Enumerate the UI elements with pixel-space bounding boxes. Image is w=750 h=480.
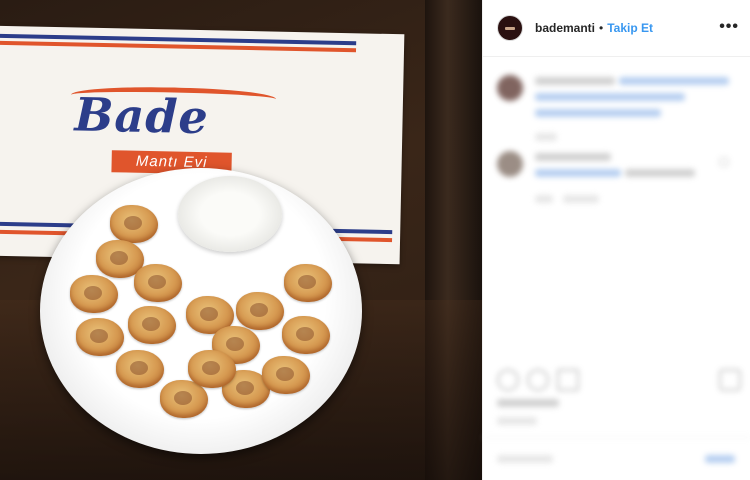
dumpling [116, 350, 164, 388]
profile-avatar-icon[interactable] [497, 15, 523, 41]
post-side-panel: bademanti • Takip Et ••• [482, 0, 750, 480]
blurred-text [535, 133, 557, 141]
dumpling [70, 275, 118, 313]
blurred-text [563, 195, 599, 203]
share-icon[interactable] [557, 369, 579, 391]
divider [483, 437, 750, 438]
blurred-text [497, 399, 559, 407]
comment-like-icon [719, 157, 729, 167]
separator-dot: • [599, 21, 604, 35]
username-link[interactable]: bademanti [535, 21, 595, 35]
blurred-text [535, 195, 553, 203]
comment-avatar [497, 75, 523, 101]
dumpling [134, 264, 182, 302]
yogurt-bowl [178, 176, 282, 252]
blurred-text [705, 455, 735, 463]
blurred-text [619, 77, 729, 85]
blurred-text [535, 109, 661, 117]
dumpling [188, 350, 236, 388]
comment-avatar [497, 151, 523, 177]
blurred-text [535, 77, 615, 85]
blurred-text [497, 455, 553, 463]
blurred-text [535, 169, 621, 177]
comment-icon[interactable] [527, 369, 549, 391]
blurred-text [535, 93, 685, 101]
dumpling [110, 205, 158, 243]
logo-word: Bade [74, 87, 210, 145]
post-actions [483, 369, 750, 397]
heart-icon[interactable] [497, 369, 519, 391]
dumpling [262, 356, 310, 394]
dumpling [128, 306, 176, 344]
comments-area [483, 57, 750, 480]
blurred-text [497, 417, 537, 425]
post-image[interactable]: Bade Mantı Evi [0, 0, 482, 480]
post-header: bademanti • Takip Et ••• [483, 0, 750, 57]
dumpling [282, 316, 330, 354]
dumpling [284, 264, 332, 302]
blurred-text [535, 153, 611, 161]
more-options-icon[interactable]: ••• [719, 18, 739, 36]
dumpling [236, 292, 284, 330]
blurred-text [625, 169, 695, 177]
restaurant-logo: Bade Mantı Evi [67, 79, 279, 183]
bookmark-icon[interactable] [719, 369, 741, 391]
dumpling [76, 318, 124, 356]
follow-button[interactable]: Takip Et [607, 21, 653, 35]
